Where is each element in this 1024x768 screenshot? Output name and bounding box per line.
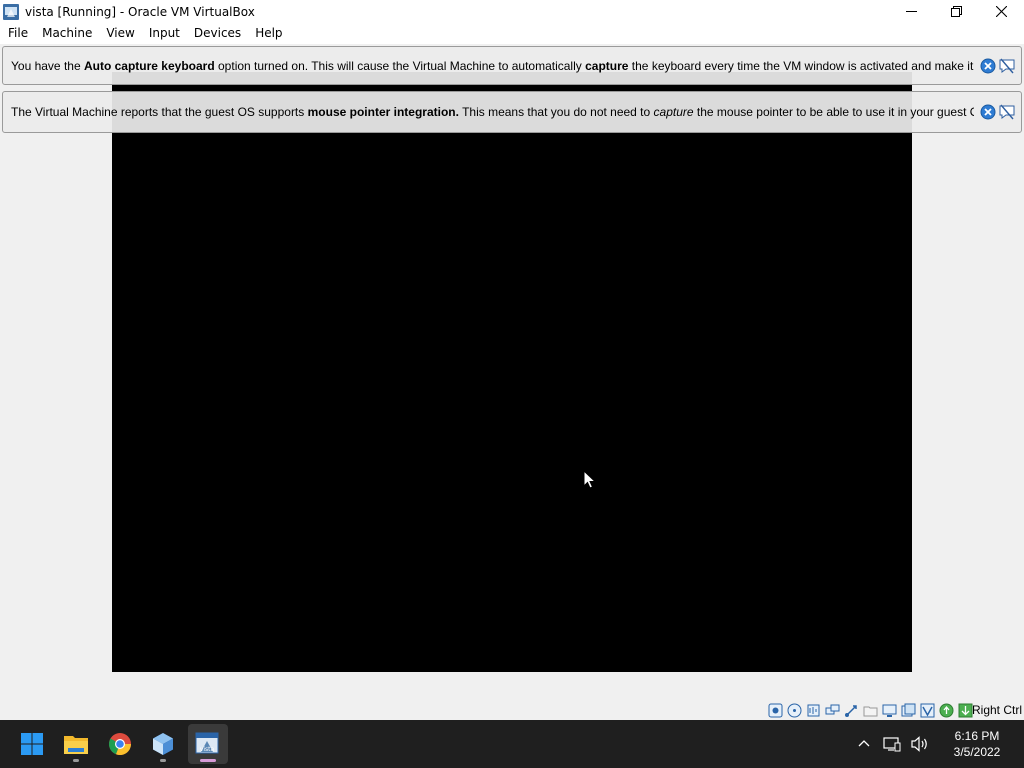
running-indicator [73, 759, 79, 762]
vista-icon-label: vista [200, 746, 215, 753]
menu-devices[interactable]: Devices [187, 23, 248, 44]
system-tray: 6:16 PM 3/5/2022 [850, 720, 1024, 768]
menu-file[interactable]: File [1, 23, 35, 44]
virtualbox-taskbar-button[interactable] [143, 724, 183, 764]
chrome-icon [108, 733, 132, 756]
hide-message-icon [999, 104, 1015, 120]
running-indicator [160, 759, 166, 762]
windows-start-icon [21, 733, 43, 755]
hard-disk-icon[interactable] [767, 702, 784, 718]
mouse-integration-icon[interactable] [938, 702, 955, 718]
folder-icon [64, 736, 88, 754]
status-bar: Right Ctrl [0, 700, 1024, 720]
network-tray-button[interactable] [880, 732, 904, 756]
banner-close-button[interactable] [980, 104, 996, 120]
restore-icon [951, 6, 962, 17]
file-explorer-button[interactable] [56, 724, 96, 764]
volume-tray-button[interactable] [908, 732, 932, 756]
video-capture-icon[interactable] [900, 702, 917, 718]
chrome-button[interactable] [100, 724, 140, 764]
vm-window-icon: vista [195, 732, 219, 754]
auto-capture-keyboard-banner: You have the Auto capture keyboard optio… [2, 46, 1022, 85]
window-title: vista [Running] - Oracle VM VirtualBox [25, 4, 255, 19]
banner-dont-show-button[interactable] [999, 58, 1015, 74]
vm-client-area [0, 44, 1024, 700]
active-indicator [200, 759, 216, 762]
display-icon[interactable] [881, 702, 898, 718]
vm-display[interactable] [112, 72, 912, 672]
banner-message: You have the Auto capture keyboard optio… [11, 58, 974, 73]
virtualbox-cube-icon [153, 733, 173, 755]
menu-input[interactable]: Input [142, 23, 187, 44]
menu-bar: File Machine View Input Devices Help [0, 23, 1024, 44]
vista-vm-taskbar-button[interactable]: vista [188, 724, 228, 764]
clock-time: 6:16 PM [954, 729, 1000, 743]
start-button[interactable] [12, 724, 52, 764]
close-circle-icon [980, 104, 996, 120]
minimize-button[interactable] [889, 0, 934, 23]
menu-help[interactable]: Help [248, 23, 289, 44]
clock-date: 3/5/2022 [953, 745, 1001, 759]
mouse-integration-banner: The Virtual Machine reports that the gue… [2, 91, 1022, 133]
shared-folders-icon[interactable] [862, 702, 879, 718]
close-button[interactable] [979, 0, 1024, 23]
virtualization-icon[interactable] [919, 702, 936, 718]
banner-close-button[interactable] [980, 58, 996, 74]
hide-message-icon [999, 58, 1015, 73]
close-circle-icon [980, 58, 996, 73]
title-bar: vista [Running] - Oracle VM VirtualBox [0, 0, 1024, 23]
chevron-up-icon [858, 740, 870, 747]
show-hidden-icons-button[interactable] [852, 732, 876, 756]
speaker-icon [911, 736, 927, 752]
taskbar: vista 6:16 PM 3/5/2022 [0, 720, 1024, 768]
virtualbox-app-icon [3, 3, 19, 20]
close-icon [996, 6, 1007, 17]
host-key-label[interactable]: Right Ctrl [972, 703, 1022, 717]
usb-icon[interactable] [843, 702, 860, 718]
banner-message: The Virtual Machine reports that the gue… [11, 105, 974, 119]
network-tray-icon [883, 737, 901, 752]
optical-drive-icon[interactable] [786, 702, 803, 718]
mouse-cursor-icon [583, 470, 597, 489]
taskbar-clock[interactable]: 6:16 PM 3/5/2022 [942, 728, 1012, 760]
audio-icon[interactable] [805, 702, 822, 718]
menu-view[interactable]: View [99, 23, 141, 44]
minimize-icon [906, 11, 917, 12]
menu-machine[interactable]: Machine [35, 23, 99, 44]
network-icon[interactable] [824, 702, 841, 718]
restore-button[interactable] [934, 0, 979, 23]
banner-dont-show-button[interactable] [999, 104, 1015, 120]
